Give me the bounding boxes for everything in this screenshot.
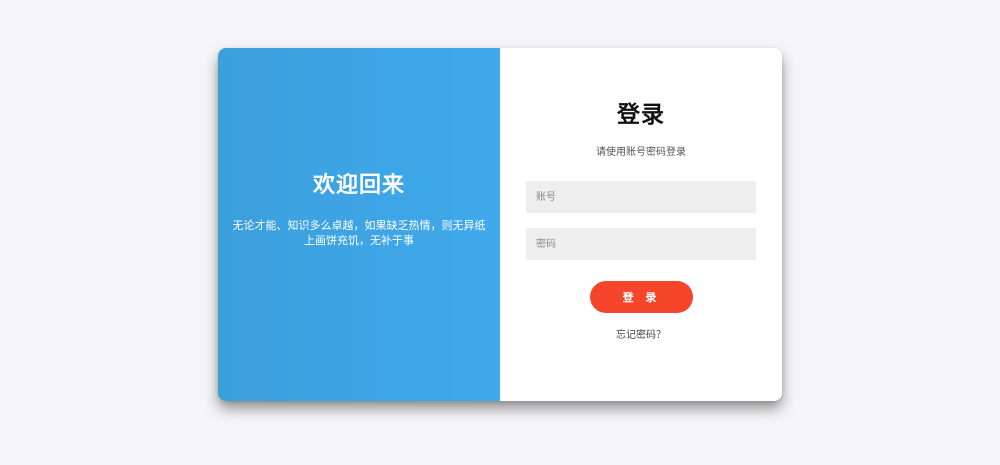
login-title: 登录 <box>617 102 665 128</box>
login-panel: 登录 请使用账号密码登录 登 录 忘记密码？ <box>500 48 782 401</box>
welcome-panel: 欢迎回来 无论才能、知识多么卓越，如果缺乏热情，则无异纸上画饼充饥，无补于事 <box>218 48 500 401</box>
account-input[interactable] <box>526 181 756 213</box>
login-button[interactable]: 登 录 <box>590 281 693 313</box>
login-subtitle: 请使用账号密码登录 <box>596 147 686 158</box>
forgot-password-link[interactable]: 忘记密码？ <box>500 329 782 343</box>
password-input[interactable] <box>526 228 756 260</box>
welcome-text: 无论才能、知识多么卓越，如果缺乏热情，则无异纸上画饼充饥，无补于事 <box>232 219 486 247</box>
welcome-title: 欢迎回来 <box>312 173 405 198</box>
login-card: 欢迎回来 无论才能、知识多么卓越，如果缺乏热情，则无异纸上画饼充饥，无补于事 登… <box>218 48 782 401</box>
